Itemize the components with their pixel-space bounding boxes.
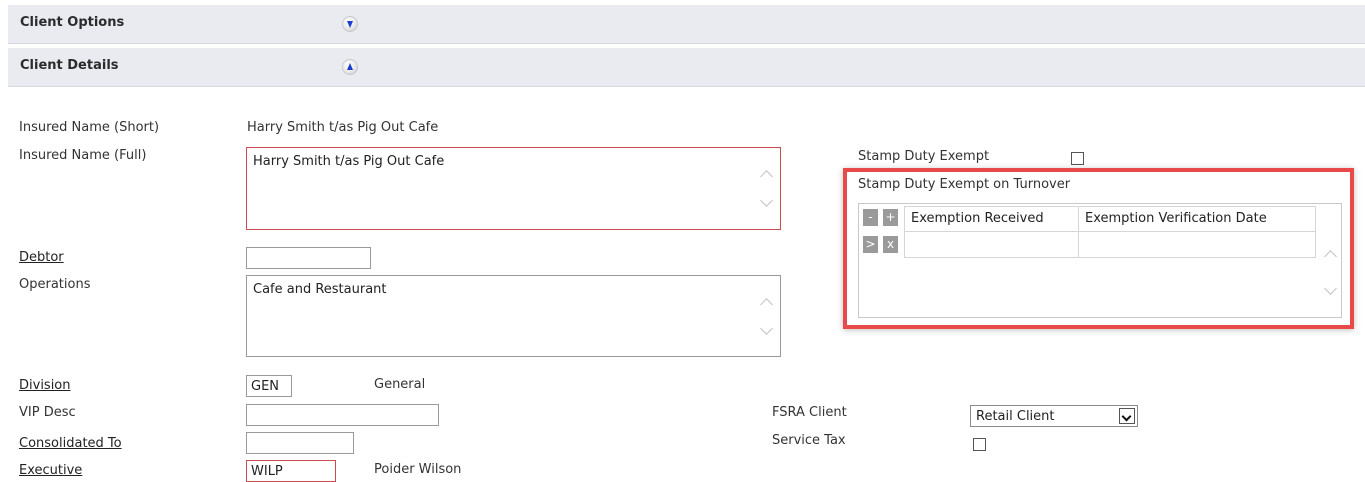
fsra-client-value: Retail Client (976, 409, 1055, 424)
division-label[interactable]: Division (19, 378, 71, 393)
fsra-client-label: FSRA Client (772, 405, 847, 420)
delete-row-button[interactable]: x (883, 236, 898, 253)
insured-name-full-field[interactable]: Harry Smith t/as Pig Out Cafe (246, 147, 781, 230)
operations-label: Operations (19, 277, 91, 292)
insured-name-full-label: Insured Name (Full) (19, 148, 147, 163)
scroll-down-icon[interactable] (760, 322, 773, 335)
exemption-verification-date-cell[interactable] (1078, 232, 1316, 258)
client-options-bar[interactable]: Client Options (8, 5, 1365, 44)
client-options-title: Client Options (20, 15, 125, 30)
division-input[interactable] (246, 375, 292, 397)
scroll-up-icon[interactable] (760, 170, 773, 183)
service-tax-checkbox[interactable] (973, 438, 986, 451)
stamp-duty-turnover-label: Stamp Duty Exempt on Turnover (858, 177, 1071, 192)
service-tax-label: Service Tax (772, 433, 846, 448)
fsra-client-select[interactable]: Retail Client (970, 405, 1138, 427)
remove-row-button[interactable]: - (863, 209, 878, 226)
insured-name-full-value: Harry Smith t/as Pig Out Cafe (253, 154, 445, 169)
stamp-duty-exempt-label: Stamp Duty Exempt (858, 149, 990, 164)
operations-field[interactable]: Cafe and Restaurant (246, 275, 781, 357)
insured-name-short-label: Insured Name (Short) (19, 120, 160, 135)
executive-description: Poider Wilson (374, 462, 462, 477)
division-description: General (374, 377, 426, 392)
scroll-up-icon[interactable] (760, 298, 773, 311)
vip-desc-input[interactable] (246, 404, 439, 426)
consolidated-to-input[interactable] (246, 432, 354, 454)
client-details-title: Client Details (20, 58, 119, 73)
vip-desc-label: VIP Desc (19, 405, 76, 420)
add-row-button[interactable]: + (883, 209, 898, 226)
collapse-toggle-icon[interactable] (342, 59, 358, 75)
operations-value: Cafe and Restaurant (253, 282, 387, 297)
executive-input[interactable] (246, 460, 336, 482)
scroll-down-icon[interactable] (760, 194, 773, 207)
stamp-duty-exempt-checkbox[interactable] (1071, 152, 1084, 165)
debtor-input[interactable] (246, 247, 371, 269)
exemption-grid: - + Exemption Received Exemption Verific… (858, 203, 1342, 318)
insured-name-short-value: Harry Smith t/as Pig Out Cafe (247, 120, 439, 135)
executive-label[interactable]: Executive (19, 463, 82, 478)
scroll-up-icon[interactable] (1324, 250, 1337, 263)
expand-row-button[interactable]: > (863, 236, 878, 253)
consolidated-to-label[interactable]: Consolidated To (19, 436, 122, 451)
exemption-verification-date-header[interactable]: Exemption Verification Date (1078, 206, 1316, 232)
exemption-received-cell[interactable] (904, 232, 1079, 258)
expand-toggle-icon[interactable] (342, 16, 358, 32)
client-details-bar[interactable]: Client Details (8, 48, 1365, 87)
debtor-label[interactable]: Debtor (19, 250, 64, 265)
exemption-received-header[interactable]: Exemption Received (904, 206, 1079, 232)
scroll-down-icon[interactable] (1324, 282, 1337, 295)
chevron-down-icon[interactable] (1119, 408, 1135, 424)
